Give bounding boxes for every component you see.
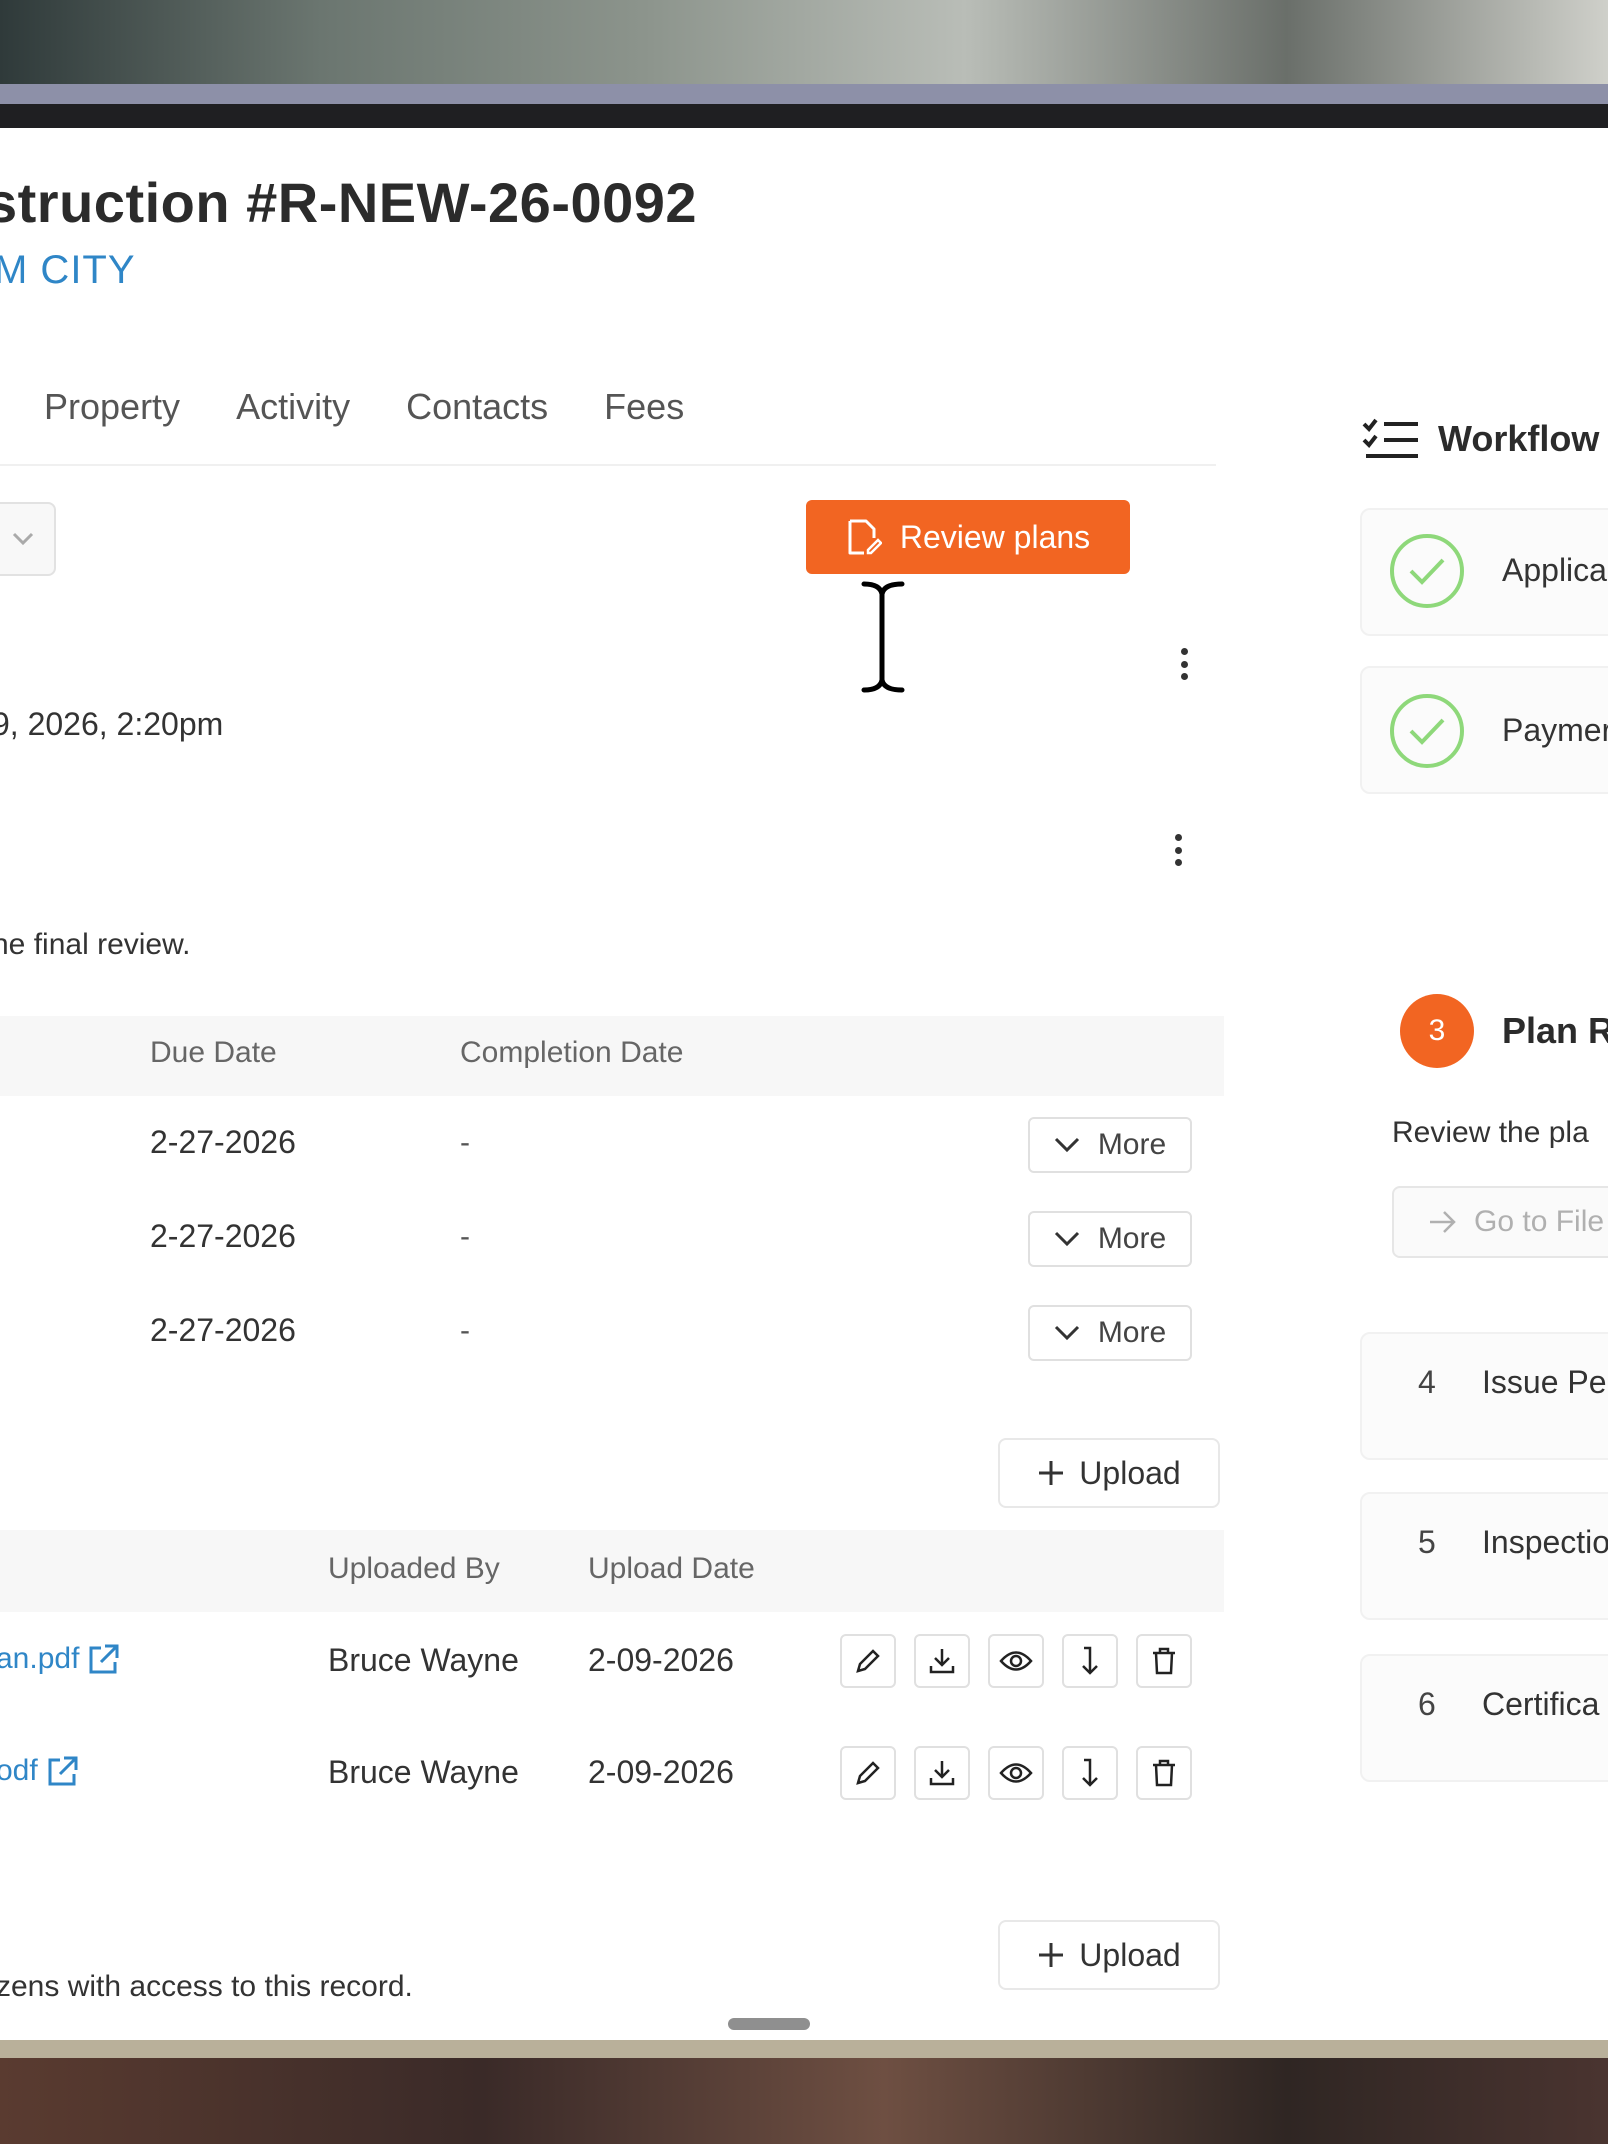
workflow-title: Workflow: [1438, 418, 1600, 459]
tab-fees[interactable]: Fees: [604, 386, 684, 428]
task-completion-date: -: [460, 1126, 470, 1159]
delete-button[interactable]: [1136, 1746, 1192, 1800]
workflow-step-label: Paymer: [1502, 712, 1608, 748]
task-due-date: 2-27-2026: [150, 1312, 296, 1348]
record-date: 9, 2026, 2:20pm: [0, 706, 224, 742]
workflow-step-number: 5: [1418, 1524, 1436, 1560]
go-to-files-button[interactable]: Go to File: [1392, 1186, 1608, 1258]
plus-icon: [1039, 1461, 1064, 1485]
task-more-button[interactable]: More: [1028, 1117, 1192, 1173]
page-title: struction #R-NEW-26-0092: [0, 171, 698, 234]
external-link-icon: [48, 1756, 78, 1786]
chevron-down-icon: [12, 532, 34, 546]
arrow-down-icon: [1082, 1646, 1098, 1675]
review-description: he final review.: [0, 928, 191, 961]
upload-label: Upload: [1079, 1936, 1181, 1973]
eye-icon: [999, 1763, 1033, 1783]
window-frame-dark: [0, 104, 1608, 128]
task-more-button[interactable]: More: [1028, 1211, 1192, 1267]
workflow-step-label-current: Plan R: [1502, 1010, 1608, 1051]
trash-icon: [1153, 1647, 1175, 1675]
uploaded-by: Bruce Wayne: [328, 1642, 519, 1678]
tab-contacts[interactable]: Contacts: [406, 386, 548, 428]
pencil-icon: [856, 1649, 880, 1673]
workflow-step-description: Review the pla: [1392, 1116, 1589, 1149]
chevron-down-icon: [1054, 1325, 1079, 1341]
review-plans-label: Review plans: [899, 518, 1091, 555]
uploaded-by: Bruce Wayne: [328, 1754, 519, 1790]
column-header-completion-date: Completion Date: [460, 1036, 684, 1069]
task-due-date: 2-27-2026: [150, 1218, 296, 1254]
download-button[interactable]: [914, 1746, 970, 1800]
upload-date: 2-09-2026: [588, 1642, 734, 1678]
workflow-step-label: Issue Pe: [1482, 1364, 1607, 1400]
move-button[interactable]: [1062, 1746, 1118, 1800]
column-header-due-date: Due Date: [150, 1036, 277, 1069]
checklist-icon: [1362, 418, 1418, 458]
task-more-button[interactable]: More: [1028, 1305, 1192, 1361]
tab-bar: Property Activity Contacts Fees: [44, 386, 684, 428]
upload-button[interactable]: Upload: [998, 1438, 1220, 1508]
app-window: struction #R-NEW-26-0092 M CITY Property…: [0, 128, 1608, 2040]
tab-divider: [0, 464, 1216, 466]
trash-icon: [1153, 1759, 1175, 1787]
view-button[interactable]: [988, 1634, 1044, 1688]
status-dropdown[interactable]: [0, 502, 56, 576]
workflow-step-label: Applica: [1502, 552, 1607, 588]
file-link[interactable]: odf: [0, 1754, 80, 1788]
eye-icon: [999, 1651, 1033, 1671]
section-more-options-icon[interactable]: [1168, 830, 1188, 870]
arrow-right-icon: [1430, 1211, 1456, 1233]
more-label: More: [1097, 1316, 1167, 1349]
pencil-icon: [856, 1761, 880, 1785]
file-name: an.pdf: [0, 1642, 80, 1675]
column-header-uploaded-by: Uploaded By: [328, 1552, 500, 1585]
access-description: zens with access to this record.: [0, 1970, 413, 2003]
task-completion-date: -: [460, 1220, 470, 1253]
workflow-header: Workflow: [1362, 416, 1599, 462]
edit-button[interactable]: [840, 1746, 896, 1800]
chevron-down-icon: [1054, 1137, 1079, 1153]
upload-date: 2-09-2026: [588, 1754, 734, 1790]
file-link[interactable]: an.pdf: [0, 1642, 121, 1676]
workflow-step-number: 6: [1418, 1686, 1436, 1722]
header-more-options-icon[interactable]: [1174, 644, 1194, 684]
file-name: odf: [0, 1754, 38, 1787]
column-header-upload-date: Upload Date: [588, 1552, 755, 1585]
scroll-handle[interactable]: [728, 2018, 810, 2030]
arrow-down-icon: [1082, 1758, 1098, 1787]
move-button[interactable]: [1062, 1634, 1118, 1688]
upload-button[interactable]: Upload: [998, 1920, 1220, 1990]
tab-property[interactable]: Property: [44, 386, 180, 428]
go-to-files-label: Go to File: [1474, 1205, 1605, 1238]
external-link-icon: [89, 1644, 119, 1674]
tab-activity[interactable]: Activity: [236, 386, 350, 428]
chevron-down-icon: [1054, 1231, 1079, 1247]
review-plans-button[interactable]: Review plans: [806, 500, 1130, 574]
document-edit-icon: [848, 519, 882, 555]
workflow-step-label: Inspectio: [1482, 1524, 1608, 1560]
plus-icon: [1039, 1943, 1064, 1967]
task-due-date: 2-27-2026: [150, 1124, 296, 1160]
check-circle-icon: [1390, 534, 1464, 608]
more-label: More: [1097, 1222, 1167, 1255]
check-circle-icon: [1390, 694, 1464, 768]
page-subtitle[interactable]: M CITY: [0, 248, 136, 293]
download-button[interactable]: [914, 1634, 970, 1688]
window-frame-band: [0, 84, 1608, 104]
text-cursor-icon: [859, 580, 907, 694]
download-icon: [929, 1761, 955, 1786]
window-frame-bottom-band: [0, 2040, 1608, 2058]
workflow-step-number-current: 3: [1400, 994, 1474, 1068]
delete-button[interactable]: [1136, 1634, 1192, 1688]
task-completion-date: -: [460, 1314, 470, 1347]
edit-button[interactable]: [840, 1634, 896, 1688]
view-button[interactable]: [988, 1746, 1044, 1800]
workflow-step-number: 4: [1418, 1364, 1436, 1400]
more-label: More: [1097, 1128, 1167, 1161]
workflow-step-label: Certifica: [1482, 1686, 1600, 1722]
download-icon: [929, 1649, 955, 1674]
upload-label: Upload: [1079, 1454, 1181, 1491]
